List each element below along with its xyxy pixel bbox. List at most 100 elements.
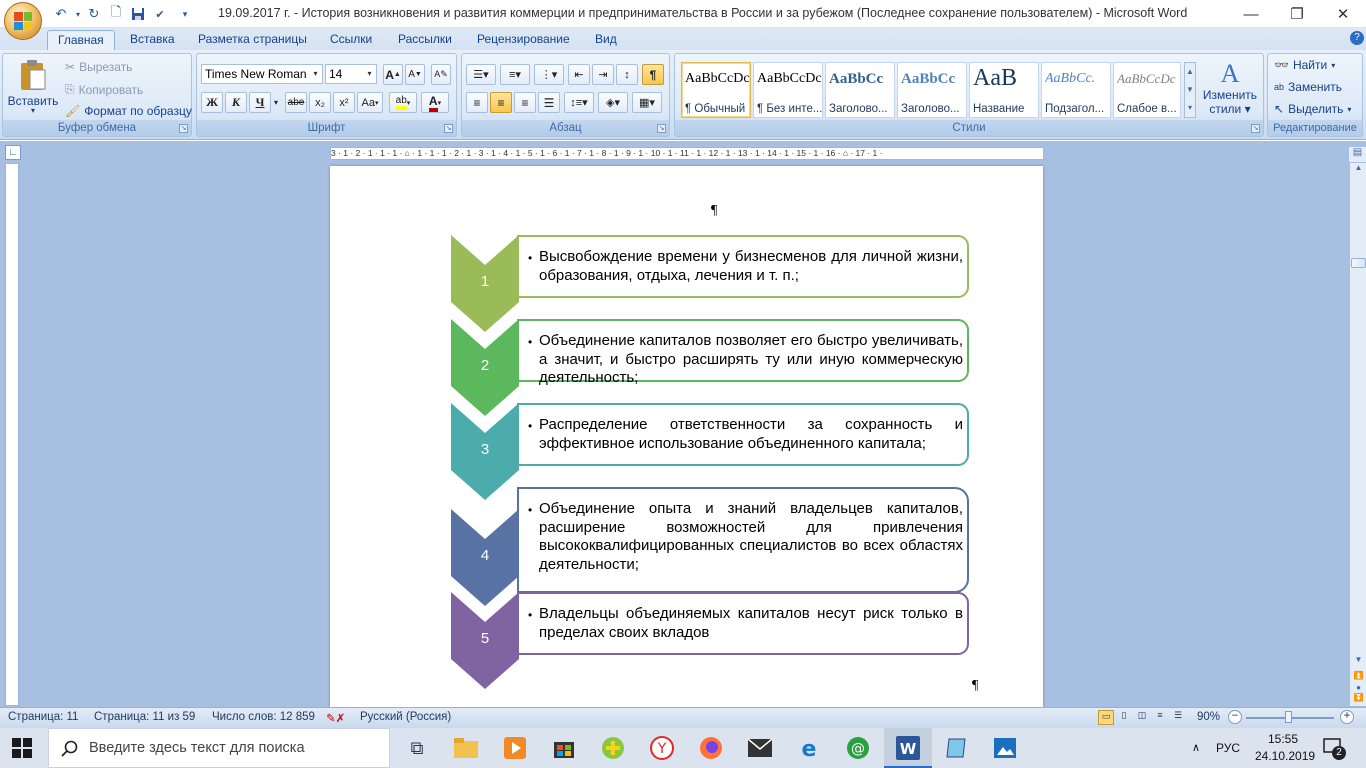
tab-insert[interactable]: Вставка	[120, 30, 185, 50]
shrink-font-button[interactable]: A ▼	[405, 64, 425, 85]
photos-icon[interactable]	[992, 735, 1018, 761]
taskbar-search[interactable]: Введите здесь текст для поиска	[48, 728, 390, 768]
clear-format-icon[interactable]: A✎	[431, 64, 451, 85]
clipboard-launcher-icon[interactable]: ↘	[179, 124, 188, 133]
prev-page-icon[interactable]: ⏫	[1351, 671, 1366, 683]
zoom-level[interactable]: 90%	[1197, 711, 1220, 723]
italic-button[interactable]: К	[225, 92, 247, 113]
draft-icon[interactable]: ☰	[1170, 710, 1186, 725]
save-icon[interactable]	[128, 3, 148, 25]
cut-button[interactable]: ✂ Вырезать	[65, 60, 132, 74]
mail-icon[interactable]	[747, 735, 773, 761]
action-center-icon[interactable]: 2	[1322, 736, 1346, 761]
paste-dropdown-icon[interactable]: ▾	[31, 106, 35, 115]
yandex-browser-icon[interactable]: Y	[649, 735, 675, 761]
media-player-icon[interactable]	[502, 735, 528, 761]
format-painter-button[interactable]: 🖌 Формат по образцу	[65, 104, 192, 118]
scroll-thumb[interactable]	[1351, 258, 1366, 268]
print-layout-icon[interactable]: ▭	[1098, 710, 1114, 725]
tab-mailings[interactable]: Рассылки	[388, 30, 462, 50]
tab-review[interactable]: Рецензирование	[467, 30, 580, 50]
game-icon[interactable]	[600, 735, 626, 761]
subscript-button[interactable]: x₂	[309, 92, 331, 113]
next-page-icon[interactable]: ⏬	[1351, 693, 1366, 705]
style-title[interactable]: AaB Название	[969, 62, 1039, 118]
input-language[interactable]: РУС	[1216, 741, 1240, 755]
print-preview-icon[interactable]: 🗋	[106, 3, 126, 25]
document-page[interactable]: ¶ 1 • Высвобождение времени у бизнесмено…	[330, 166, 1043, 707]
style-heading-1[interactable]: AaBbCc Заголово...	[825, 62, 895, 118]
view-ruler-icon[interactable]: ▤	[1349, 147, 1366, 162]
decrease-indent-icon[interactable]: ⇤	[568, 64, 590, 85]
clock-date[interactable]: 24.10.2019	[1255, 749, 1315, 763]
style-normal[interactable]: AaBbCcDc ¶ Обычный	[681, 62, 751, 118]
font-size-dropdown-icon[interactable]: ▾	[363, 65, 376, 83]
highlight-color-button[interactable]: ab ▾	[389, 92, 417, 113]
multilevel-list-icon[interactable]: ⋮▾	[534, 64, 564, 85]
show-marks-button[interactable]: ¶	[642, 64, 664, 85]
redo-icon[interactable]: ↻	[84, 3, 104, 25]
superscript-button[interactable]: x²	[333, 92, 355, 113]
vertical-ruler[interactable]	[5, 163, 19, 706]
increase-indent-icon[interactable]: ⇥	[592, 64, 614, 85]
spellcheck-icon[interactable]: ✔	[150, 3, 170, 25]
shading-icon[interactable]: ◈▾	[598, 92, 628, 113]
edge-icon[interactable]: e	[796, 735, 822, 761]
zoom-thumb[interactable]	[1285, 711, 1292, 723]
horizontal-ruler[interactable]: 3 · 1 · 2 · 1 · 1 · 1 · ⌂ · 1 · 1 · 1 · …	[330, 147, 1044, 160]
store-icon[interactable]	[551, 735, 577, 761]
font-color-button[interactable]: A ▾	[421, 92, 449, 113]
scroll-down-icon[interactable]: ▼	[1351, 655, 1366, 667]
tab-view[interactable]: Вид	[585, 30, 627, 50]
grow-font-button[interactable]: A ▲	[383, 64, 403, 85]
browse-object-icon[interactable]: ●	[1351, 683, 1366, 693]
sort-icon[interactable]: ↕	[616, 64, 638, 85]
outline-icon[interactable]: ≡	[1152, 710, 1168, 725]
status-words[interactable]: Число слов: 12 859	[212, 711, 315, 723]
tab-selector-icon[interactable]: ∟	[5, 145, 21, 160]
borders-icon[interactable]: ▦▾	[632, 92, 662, 113]
full-screen-reading-icon[interactable]: ▯	[1116, 710, 1132, 725]
align-center-icon[interactable]: ≡	[490, 92, 512, 113]
font-launcher-icon[interactable]: ↘	[444, 124, 453, 133]
select-button[interactable]: ↖ Выделить ▾	[1274, 102, 1351, 116]
close-button[interactable]: ✕	[1320, 0, 1366, 28]
tab-home[interactable]: Главная	[47, 30, 115, 50]
undo-dropdown-icon[interactable]: ▾	[72, 3, 84, 25]
office-button[interactable]	[4, 2, 42, 40]
style-heading-2[interactable]: AaBbCc Заголово...	[897, 62, 967, 118]
style-no-spacing[interactable]: AaBbCcDc ¶ Без инте...	[753, 62, 823, 118]
proofing-icon[interactable]: ✎✗	[326, 711, 345, 725]
zoom-in-icon[interactable]: +	[1340, 710, 1354, 724]
style-subtle-emphasis[interactable]: AaBbCcDc Слабое в...	[1113, 62, 1181, 118]
firefox-icon[interactable]	[698, 735, 724, 761]
paste-button[interactable]: Вставить ▾	[8, 58, 58, 118]
align-right-icon[interactable]: ≡	[514, 92, 536, 113]
status-language[interactable]: Русский (Россия)	[360, 711, 451, 723]
bold-button[interactable]: Ж	[201, 92, 223, 113]
underline-button[interactable]: Ч	[249, 92, 271, 113]
restore-button[interactable]: ❐	[1274, 0, 1320, 28]
web-layout-icon[interactable]: ◫	[1134, 710, 1150, 725]
find-button[interactable]: 👓 Найти ▾	[1274, 58, 1335, 72]
undo-icon[interactable]: ↶	[50, 3, 72, 25]
copy-button[interactable]: ⎘ Копировать	[65, 82, 143, 97]
change-styles-button[interactable]: A Изменить стили ▾	[1197, 60, 1263, 117]
tab-page-layout[interactable]: Разметка страницы	[188, 30, 317, 50]
mail-ru-agent-icon[interactable]: @	[845, 735, 871, 761]
file-explorer-icon[interactable]	[453, 735, 479, 761]
tray-chevron-icon[interactable]: ∧	[1192, 741, 1200, 754]
underline-dropdown-icon[interactable]: ▾	[271, 92, 281, 113]
font-size-combo[interactable]: 14 ▾	[325, 64, 377, 84]
paragraph-launcher-icon[interactable]: ↘	[657, 124, 666, 133]
customize-qat-icon[interactable]: ▾	[178, 3, 192, 25]
line-spacing-icon[interactable]: ↕≡▾	[564, 92, 594, 113]
change-case-button[interactable]: Aa ▾	[357, 92, 383, 113]
tab-references[interactable]: Ссылки	[320, 30, 382, 50]
word-taskbar-button[interactable]: W	[884, 728, 932, 768]
strikethrough-button[interactable]: abe	[285, 92, 307, 113]
replace-button[interactable]: ab Заменить	[1274, 80, 1342, 94]
justify-icon[interactable]: ☰	[538, 92, 560, 113]
numbering-icon[interactable]: ≡▾	[500, 64, 530, 85]
zoom-out-icon[interactable]: −	[1228, 710, 1242, 724]
